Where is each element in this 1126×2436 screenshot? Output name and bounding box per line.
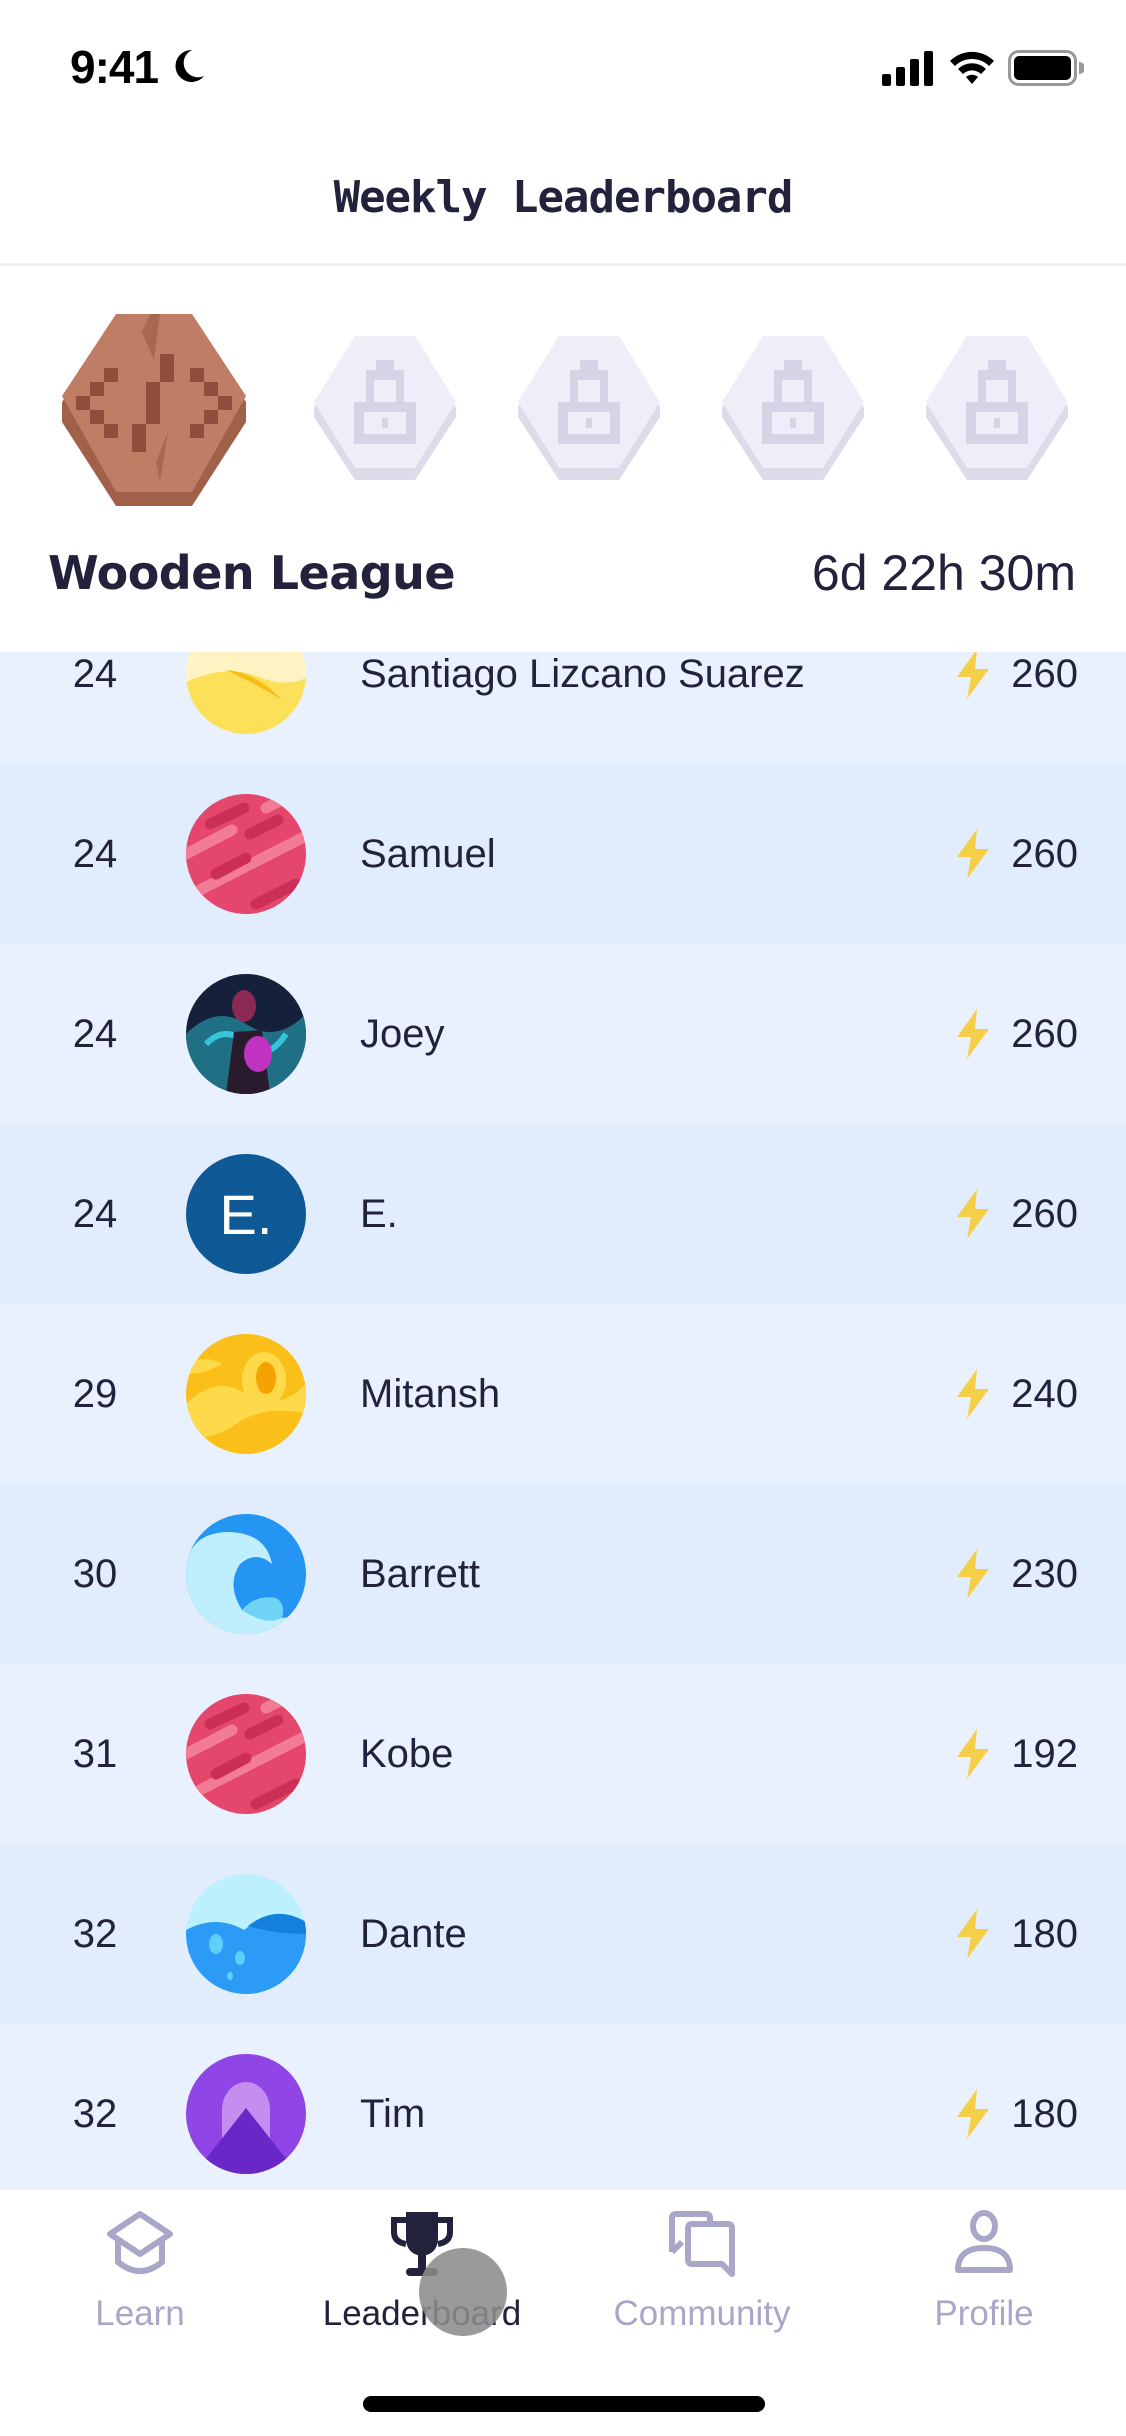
lightning-bolt-icon bbox=[957, 1009, 990, 1059]
leaderboard-row[interactable]: 24 Joey 260 bbox=[0, 944, 1126, 1124]
lightning-bolt-icon bbox=[957, 1729, 990, 1779]
score: 230 bbox=[953, 1484, 1078, 1664]
rank: 30 bbox=[72, 1552, 118, 1596]
leaderboard-row[interactable]: 24 Samuel 260 bbox=[0, 764, 1126, 944]
chat-bubbles-icon bbox=[669, 2211, 735, 2277]
home-indicator[interactable] bbox=[363, 2396, 765, 2412]
locked-league-badge-icon[interactable] bbox=[922, 332, 1072, 482]
avatar bbox=[186, 1694, 306, 1814]
leaderboard-list[interactable]: 24 Santiago Lizcano Suarez 260 24 Samuel… bbox=[0, 584, 1126, 2190]
leaderboard-row[interactable]: 29 Mitansh 240 bbox=[0, 1304, 1126, 1484]
user-photo-avatar bbox=[186, 974, 306, 1094]
page-title: Weekly Leaderboard bbox=[333, 172, 794, 223]
rank: 24 bbox=[72, 1012, 118, 1056]
user-name: Samuel bbox=[360, 832, 496, 876]
score-value: 260 bbox=[1011, 1011, 1078, 1056]
water-avatar-icon bbox=[186, 1874, 306, 1994]
score-value: 260 bbox=[1011, 1191, 1078, 1236]
rank: 32 bbox=[72, 1912, 118, 1956]
avatar bbox=[186, 974, 306, 1094]
locked-league-badge-icon[interactable] bbox=[310, 332, 460, 482]
league-name: Wooden League bbox=[48, 546, 456, 600]
league-panel: Wooden League 6d 22h 30m bbox=[0, 268, 1126, 652]
avatar: E. bbox=[186, 1154, 306, 1274]
person-icon bbox=[955, 2210, 1013, 2273]
user-name: Barrett bbox=[360, 1552, 481, 1596]
status-time: 9:41 bbox=[70, 41, 159, 93]
score: 180 bbox=[953, 1844, 1078, 2024]
locked-league-badge-icon[interactable] bbox=[514, 332, 664, 482]
rank: 24 bbox=[72, 1192, 118, 1236]
avatar bbox=[186, 1514, 306, 1634]
cellular-signal-icon bbox=[882, 51, 933, 86]
score-value: 180 bbox=[1011, 2091, 1078, 2136]
tab-label: Profile bbox=[934, 2294, 1034, 2333]
lightning-bolt-icon bbox=[957, 1189, 990, 1239]
touch-indicator bbox=[419, 2248, 507, 2336]
rank: 24 bbox=[72, 832, 118, 876]
user-name: Dante bbox=[360, 1912, 467, 1956]
user-name: Kobe bbox=[360, 1732, 454, 1776]
tab-label: Learn bbox=[95, 2294, 185, 2333]
wave-avatar-icon bbox=[186, 1514, 306, 1634]
tab-community[interactable]: Community bbox=[582, 2210, 822, 2333]
user-name: Joey bbox=[360, 1012, 445, 1056]
avatar-initial: E. bbox=[219, 1182, 273, 1246]
wooden-league-badge-icon[interactable] bbox=[56, 312, 252, 508]
purple-mountain-avatar-icon bbox=[186, 2054, 306, 2174]
lightning-bolt-icon bbox=[957, 1369, 990, 1419]
yellow-planet-avatar-icon bbox=[186, 1334, 306, 1454]
score: 260 bbox=[953, 944, 1078, 1124]
locked-league-badge-icon[interactable] bbox=[718, 332, 868, 482]
score: 192 bbox=[953, 1664, 1078, 1844]
score-value: 192 bbox=[1011, 1731, 1078, 1776]
red-planet-avatar-icon bbox=[186, 1694, 306, 1814]
rank: 29 bbox=[72, 1372, 118, 1416]
moon-icon bbox=[175, 49, 204, 82]
avatar bbox=[186, 1874, 306, 1994]
tab-learn[interactable]: Learn bbox=[20, 2210, 260, 2333]
lightning-bolt-icon bbox=[957, 1909, 990, 1959]
score: 260 bbox=[953, 764, 1078, 944]
avatar bbox=[186, 2054, 306, 2174]
lightning-bolt-icon bbox=[957, 1549, 990, 1599]
graduation-cap-icon bbox=[107, 2211, 173, 2274]
leaderboard-row[interactable]: 30 Barrett 230 bbox=[0, 1484, 1126, 1664]
score: 260 bbox=[953, 1124, 1078, 1304]
league-countdown: 6d 22h 30m bbox=[811, 545, 1076, 601]
score: 240 bbox=[953, 1304, 1078, 1484]
leaderboard-row[interactable]: 32 Tim 180 bbox=[0, 2024, 1126, 2190]
rank: 32 bbox=[72, 2092, 118, 2136]
lightning-bolt-icon bbox=[957, 829, 990, 879]
score-value: 240 bbox=[1011, 1371, 1078, 1416]
leaderboard-row[interactable]: 31 Kobe 192 bbox=[0, 1664, 1126, 1844]
score-value: 260 bbox=[1011, 831, 1078, 876]
lightning-bolt-icon bbox=[957, 2089, 990, 2139]
status-bar: 9:41 bbox=[0, 0, 1126, 140]
red-planet-avatar-icon bbox=[186, 794, 306, 914]
score: 180 bbox=[953, 2024, 1078, 2190]
lightning-bolt-icon bbox=[957, 649, 990, 699]
leaderboard-row[interactable]: 32 Dante 180 bbox=[0, 1844, 1126, 2024]
battery-icon bbox=[1008, 50, 1084, 86]
header: Weekly Leaderboard bbox=[0, 140, 1126, 266]
score-value: 180 bbox=[1011, 1911, 1078, 1956]
leaderboard-row[interactable]: 24 E. E. 260 bbox=[0, 1124, 1126, 1304]
rank: 31 bbox=[72, 1732, 118, 1776]
tab-label: Community bbox=[613, 2294, 791, 2333]
score-value: 230 bbox=[1011, 1551, 1078, 1596]
user-name: Mitansh bbox=[360, 1372, 501, 1416]
avatar bbox=[186, 1334, 306, 1454]
score-value: 260 bbox=[1011, 651, 1078, 696]
tab-profile[interactable]: Profile bbox=[864, 2210, 1104, 2333]
avatar bbox=[186, 794, 306, 914]
user-name: E. bbox=[360, 1192, 398, 1236]
user-name: Tim bbox=[360, 2092, 426, 2136]
wifi-icon bbox=[950, 51, 994, 84]
